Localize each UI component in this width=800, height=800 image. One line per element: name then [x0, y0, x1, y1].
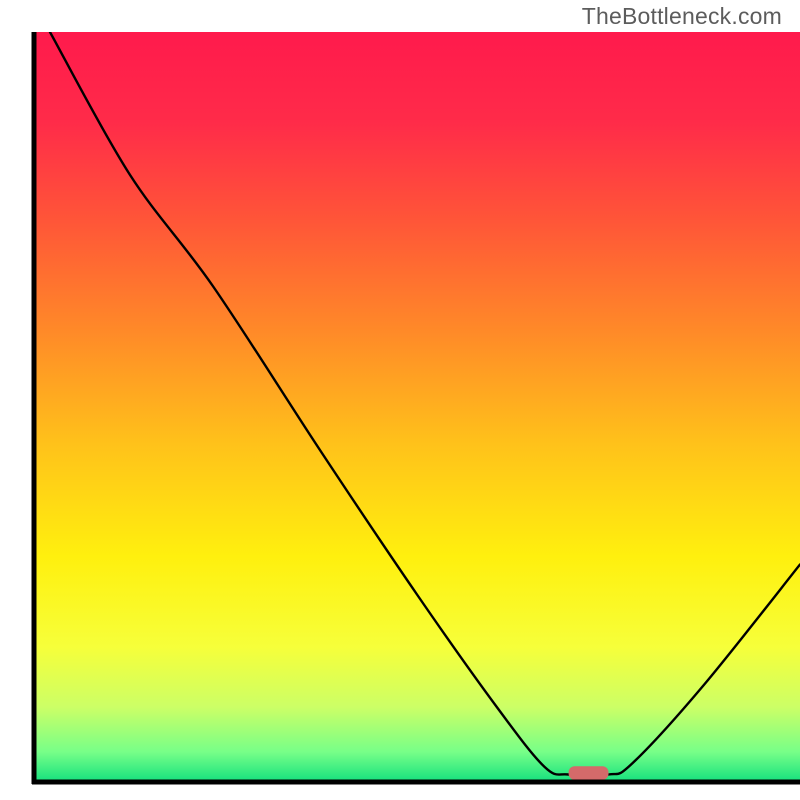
bottleneck-chart: TheBottleneck.com: [0, 0, 800, 800]
gradient-background: [34, 32, 800, 782]
chart-canvas: [0, 0, 800, 800]
optimal-marker: [569, 766, 609, 780]
watermark-label: TheBottleneck.com: [582, 3, 782, 30]
